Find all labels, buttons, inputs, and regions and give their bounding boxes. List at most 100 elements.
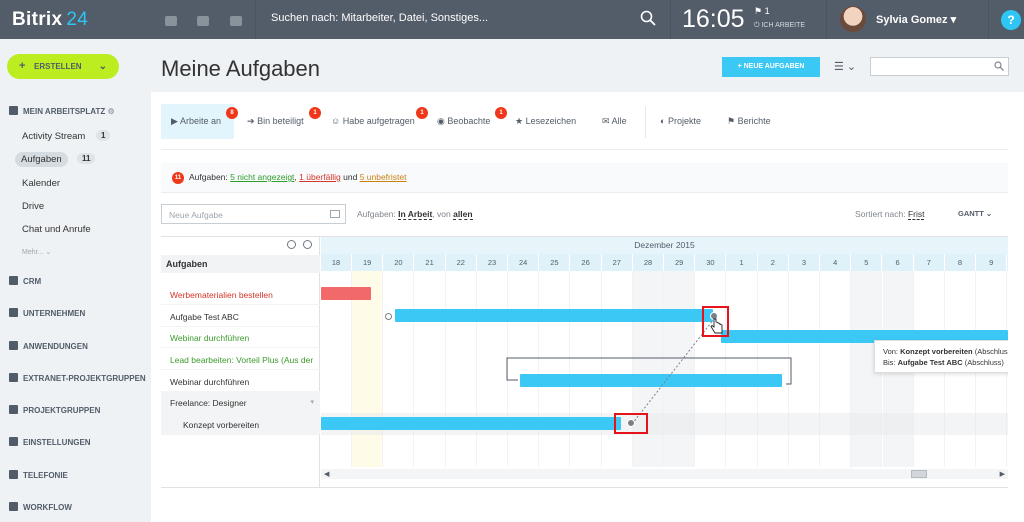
- tab-lesezeichen[interactable]: ★ Lesezeichen: [515, 104, 576, 139]
- global-search-input[interactable]: Suchen nach: Mitarbeiter, Datei, Sonstig…: [271, 12, 488, 24]
- sidebar-section-unternehmen[interactable]: UNTERNEHMEN: [9, 308, 85, 318]
- task-row[interactable]: Werbematerialien bestellen: [161, 283, 320, 305]
- view-menu-icon[interactable]: ☰ ⌄: [834, 60, 856, 73]
- help-icon[interactable]: ?: [1001, 10, 1021, 30]
- chevron-down-icon[interactable]: ▾: [310, 398, 314, 406]
- sidebar-section-anwendungen[interactable]: ANWENDUNGEN: [9, 341, 88, 351]
- tab-badge: 8: [226, 107, 238, 119]
- sidebar-item-aufgaben[interactable]: Aufgaben: [15, 152, 68, 167]
- work-status[interactable]: ⏻ ICH ARBEITE: [754, 22, 805, 30]
- task-tabs: ▶ Arbeite an 8 ➔ Bin beteiligt 1 ☺ Habe au…: [161, 104, 1008, 139]
- company-icon: [9, 308, 18, 317]
- tab-badge: 1: [495, 107, 507, 119]
- not-shown-link[interactable]: 5 nicht angezeigt: [230, 172, 294, 182]
- zoom-out-icon[interactable]: [303, 240, 312, 249]
- group-row[interactable]: Freelance: Designer ▾: [161, 391, 320, 413]
- sidebar-item-chat[interactable]: Chat und Anrufe: [22, 224, 91, 235]
- tab-badge: 1: [309, 107, 321, 119]
- play-icon: ▶: [171, 116, 178, 126]
- zoom-in-icon[interactable]: [287, 240, 296, 249]
- divider: [988, 0, 989, 39]
- page-title: Meine Aufgaben: [161, 56, 321, 81]
- divider: [255, 0, 256, 39]
- status-filter[interactable]: In Arbeit: [398, 209, 433, 220]
- top-icons: [165, 13, 258, 31]
- workflow-icon: [9, 502, 18, 511]
- new-task-button[interactable]: + NEUE AUFGABEN: [722, 57, 820, 77]
- task-row[interactable]: Aufgabe Test ABC: [161, 305, 320, 327]
- tab-badge: 1: [416, 107, 428, 119]
- gantt-timeline: Dezember 2015 18 19 20 21 22 23 24 25 26 27 28 29 30…: [321, 237, 1008, 487]
- cloud-icon[interactable]: [229, 16, 242, 26]
- divider: [161, 149, 1008, 150]
- plus-icon: +: [19, 60, 26, 72]
- tasks-badge: 11: [77, 153, 96, 164]
- scroll-thumb[interactable]: [911, 470, 927, 478]
- sidebar-more[interactable]: Mehr... ⌄: [22, 248, 51, 256]
- mail-icon: ✉: [602, 116, 610, 126]
- phone-icon: [9, 470, 18, 479]
- gantt-chart: Aufgaben Werbematerialien bestellen Aufg…: [161, 236, 1008, 488]
- scroll-left-icon[interactable]: ◀: [324, 470, 329, 478]
- keyboard-icon[interactable]: [330, 210, 340, 218]
- chat-icon[interactable]: [165, 16, 177, 26]
- horizontal-scrollbar[interactable]: ◀ ▶: [321, 469, 1008, 479]
- task-counter-bar: 11 Aufgaben: 5 nicht angezeigt, 1 überfä…: [161, 163, 1008, 193]
- eye-icon: ◉: [437, 116, 445, 126]
- sort-field[interactable]: Frist: [907, 209, 925, 220]
- overdue-link[interactable]: 1 überfällig: [299, 172, 341, 182]
- owner-filter[interactable]: allen: [453, 209, 473, 220]
- create-button[interactable]: + ERSTELLEN ⌄: [7, 54, 119, 79]
- sidebar-section-workflow[interactable]: WORKFLOW: [9, 502, 72, 512]
- flag-counter: ⚑ 1: [754, 6, 770, 16]
- bell-icon[interactable]: [197, 16, 210, 26]
- counter-badge: 11: [172, 172, 184, 184]
- task-row[interactable]: Lead bearbeiten: Vorteil Plus (Aus der: [161, 348, 320, 370]
- sidebar-item-kalender[interactable]: Kalender: [22, 178, 60, 189]
- task-row[interactable]: Webinar durchführen: [161, 326, 320, 348]
- search-icon: [994, 61, 1004, 71]
- extranet-icon: [9, 373, 18, 382]
- tab-berichte[interactable]: ⚑ Berichte: [727, 104, 771, 139]
- avatar[interactable]: [840, 6, 866, 32]
- chevron-down-icon: ⌄: [98, 61, 107, 72]
- sidebar-section-einstellungen[interactable]: EINSTELLUNGEN: [9, 437, 91, 447]
- pin-icon: [9, 106, 18, 115]
- view-mode-select[interactable]: GANTT ⌄: [958, 209, 992, 218]
- sidebar-section-projektgruppen[interactable]: PROJEKTGRUPPEN: [9, 405, 100, 415]
- clock[interactable]: 16:05: [682, 5, 745, 34]
- task-filter: Aufgaben: In Arbeit, von allen: [357, 209, 473, 220]
- task-row[interactable]: Konzept vorbereiten: [161, 413, 320, 435]
- quick-task-input[interactable]: Neue Aufgabe: [161, 204, 346, 224]
- gear-icon[interactable]: ⚙: [107, 107, 114, 116]
- tab-arbeite-an[interactable]: ▶ Arbeite an 8: [161, 104, 238, 139]
- star-icon: ★: [515, 116, 524, 126]
- search-icon[interactable]: [640, 10, 656, 26]
- sidebar-section-telefonie[interactable]: TELEFONIE: [9, 470, 68, 480]
- unlimited-link[interactable]: 5 unbefristet: [360, 172, 407, 182]
- task-row[interactable]: Webinar durchführen: [161, 370, 320, 392]
- sidebar-item-activity-stream[interactable]: Activity Stream: [22, 131, 85, 142]
- user-menu[interactable]: Sylvia Gomez ▾: [876, 13, 956, 26]
- flag-icon: [9, 276, 18, 285]
- tab-alle[interactable]: ✉ Alle: [602, 104, 627, 139]
- task-tree: Aufgaben Werbematerialien bestellen Aufg…: [161, 237, 320, 487]
- share-icon: [9, 405, 18, 414]
- gear-icon: [9, 437, 18, 446]
- tab-beobachte[interactable]: ◉ Beobachte 1: [437, 104, 507, 139]
- tab-bin-beteiligt[interactable]: ➔ Bin beteiligt 1: [247, 104, 321, 139]
- filter-search-input[interactable]: [870, 57, 1009, 76]
- flag-icon: ⚑: [727, 116, 736, 126]
- tab-habe-aufgetragen[interactable]: ☺ Habe aufgetragen 1: [331, 104, 428, 139]
- arrow-icon: ➔: [247, 116, 255, 126]
- hand-cursor-icon: [710, 318, 723, 334]
- brand-logo[interactable]: Bitrix 24: [12, 9, 88, 31]
- sidebar-section-extranet[interactable]: EXTRANET-PROJEKTGRUPPEN: [9, 373, 146, 383]
- user-icon: ☺: [331, 116, 341, 126]
- sidebar-section-workspace[interactable]: MEIN ARBEITSPLATZ ⚙: [9, 106, 115, 116]
- tab-projekte[interactable]: ◐ Projekte: [660, 104, 701, 139]
- scroll-right-icon[interactable]: ▶: [1000, 470, 1005, 478]
- dependency-handle[interactable]: [627, 419, 635, 427]
- sidebar-item-drive[interactable]: Drive: [22, 201, 44, 212]
- sidebar-section-crm[interactable]: CRM: [9, 276, 41, 286]
